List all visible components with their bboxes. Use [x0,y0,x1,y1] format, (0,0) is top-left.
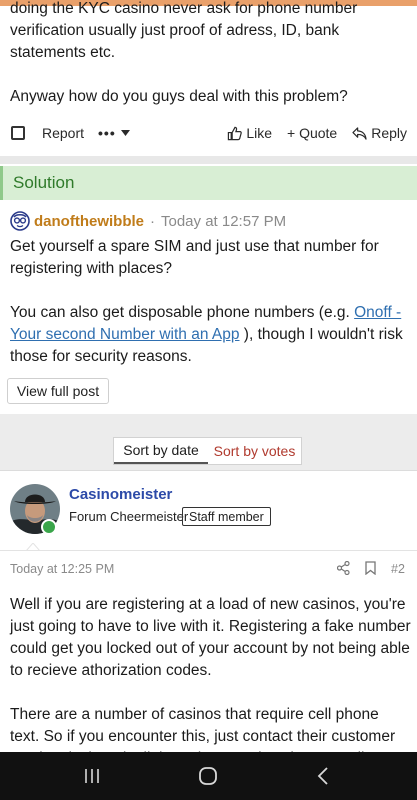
post-username[interactable]: Casinomeister [69,486,172,503]
chevron-down-icon [120,130,130,136]
previous-post-body: doing the KYC casino never ask for phone… [0,0,417,108]
post-header-divider [0,550,417,551]
post-text-line: verification usually just proof of adres… [10,22,340,39]
more-options-button[interactable]: ••• [98,125,130,141]
more-dots: ••• [98,125,116,141]
glasses-face-icon[interactable] [10,211,30,231]
solution-time[interactable]: Today at 12:57 PM [161,213,286,230]
post-number[interactable]: #2 [391,562,405,576]
online-status-icon [41,519,57,535]
reply-button[interactable]: Reply [352,125,407,141]
staff-badge: Staff member [182,507,271,526]
quote-label: + Quote [287,125,338,141]
solution-label: Solution [13,173,75,192]
bookmark-icon[interactable] [365,561,376,575]
checkbox-icon[interactable] [11,126,25,140]
view-full-post-button[interactable]: View full post [7,378,109,404]
post-text-line: statements etc. [10,44,116,61]
solution-username[interactable]: danofthewibble [34,213,144,230]
thumbs-up-icon [228,126,243,140]
post-text-line: doing the KYC casino never ask for phone… [10,0,358,17]
solution-header: Solution [0,166,417,200]
solution-text-pre: You can also get disposable phone number… [10,304,355,321]
report-label: Report [42,125,85,141]
recent-apps-icon[interactable] [84,768,100,784]
solution-text: Get yourself a spare SIM and just use th… [10,238,379,277]
user-title: Forum Cheermeister [69,509,189,524]
home-icon[interactable] [198,766,218,786]
quote-button[interactable]: + Quote [287,125,337,141]
sort-by-votes-tab[interactable]: Sort by votes [208,438,301,464]
solution-text: You can also get disposable phone number… [10,302,410,368]
post-separator [0,156,417,164]
reply-arrow-icon [352,126,367,140]
solution-separator: · [150,212,155,230]
post-time[interactable]: Today at 12:25 PM [10,562,114,576]
back-icon[interactable] [317,767,329,785]
solution-body: Get yourself a spare SIM and just use th… [10,236,410,368]
sort-by-date-tab[interactable]: Sort by date [114,438,208,464]
share-icon[interactable] [337,561,350,575]
reply-label: Reply [371,125,407,141]
post-action-bar: Report ••• Like + Quote Reply [0,119,417,147]
solution-meta: danofthewibble · Today at 12:57 PM [10,211,286,231]
post-text-line: Anyway how do you guys deal with this pr… [10,88,348,105]
sort-tabs: Sort by date Sort by votes [113,437,302,465]
post-text: Well if you are registering at a load of… [10,596,411,679]
like-label: Like [246,125,272,141]
like-button[interactable]: Like [227,125,272,141]
report-button[interactable]: Report [42,125,84,141]
